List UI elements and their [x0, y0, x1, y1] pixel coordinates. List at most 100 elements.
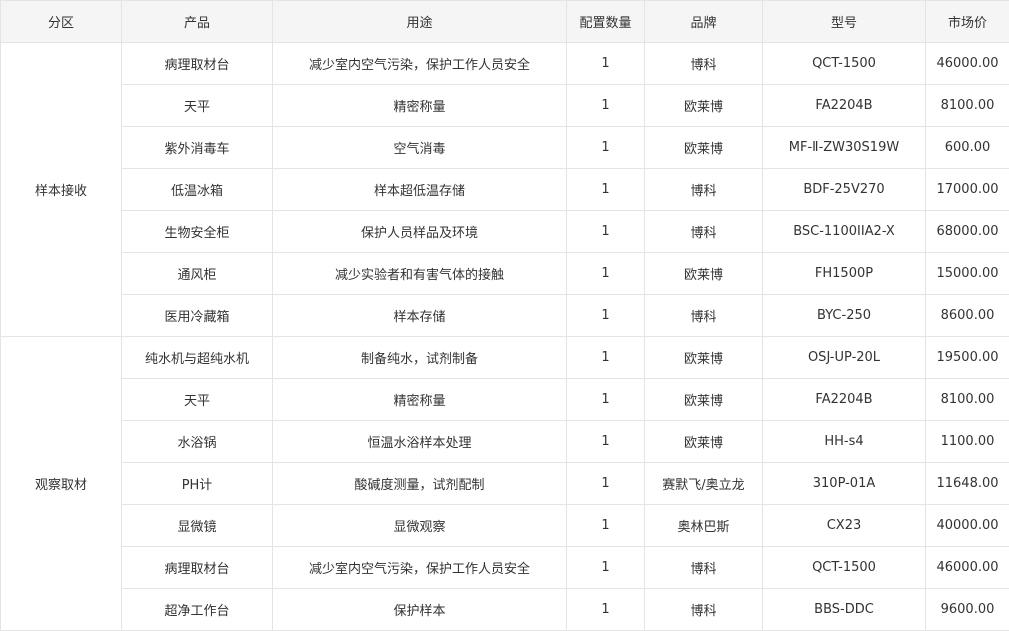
quantity-cell: 1 [566, 462, 645, 505]
price-cell: 17000.00 [925, 168, 1009, 211]
quantity-cell: 1 [566, 294, 645, 337]
product-cell: PH计 [121, 462, 273, 505]
quantity-cell: 1 [566, 210, 645, 253]
quantity-cell: 1 [566, 168, 645, 211]
quantity-cell: 1 [566, 42, 645, 85]
usage-cell: 保护样本 [272, 588, 567, 631]
table-body: 样本接收 病理取材台 减少室内空气污染，保护工作人员安全 1 博科 QCT-1500 460… [0, 42, 1009, 631]
brand-cell: 博科 [644, 294, 763, 337]
brand-cell: 博科 [644, 168, 763, 211]
table-row: 病理取材台 减少室内空气污染，保护工作人员安全 1 博科 QCT-1500 46000.0… [1, 546, 1009, 589]
product-cell: 紫外消毒车 [121, 126, 273, 169]
brand-cell: 博科 [644, 42, 763, 85]
product-cell: 医用冷藏箱 [121, 294, 273, 337]
zone-cell: 样本接收 [0, 42, 122, 337]
header-model: 型号 [762, 0, 926, 43]
model-cell: QCT-1500 [762, 42, 926, 85]
product-cell: 病理取材台 [121, 546, 273, 589]
header-brand: 品牌 [644, 0, 763, 43]
brand-cell: 欧莱博 [644, 126, 763, 169]
table-row: 医用冷藏箱 样本存储 1 博科 BYC-250 8600.00 [1, 294, 1009, 337]
product-cell: 纯水机与超纯水机 [121, 336, 273, 379]
quantity-cell: 1 [566, 126, 645, 169]
price-cell: 11648.00 [925, 462, 1009, 505]
usage-cell: 样本存储 [272, 294, 567, 337]
quantity-cell: 1 [566, 378, 645, 421]
quantity-cell: 1 [566, 252, 645, 295]
quantity-cell: 1 [566, 588, 645, 631]
usage-cell: 空气消毒 [272, 126, 567, 169]
model-cell: OSJ-UP-20L [762, 336, 926, 379]
brand-cell: 博科 [644, 210, 763, 253]
model-cell: 310P-01A [762, 462, 926, 505]
price-cell: 8600.00 [925, 294, 1009, 337]
brand-cell: 欧莱博 [644, 336, 763, 379]
price-cell: 46000.00 [925, 546, 1009, 589]
model-cell: FA2204B [762, 378, 926, 421]
price-cell: 600.00 [925, 126, 1009, 169]
price-cell: 68000.00 [925, 210, 1009, 253]
product-cell: 通风柜 [121, 252, 273, 295]
table-row: 低温冰箱 样本超低温存储 1 博科 BDF-25V270 17000.00 [1, 168, 1009, 211]
table-row: PH计 酸碱度测量，试剂配制 1 赛默飞/奥立龙 310P-01A 11648.00 [1, 462, 1009, 505]
brand-cell: 欧莱博 [644, 420, 763, 463]
header-row: 分区 产品 用途 配置数量 品牌 型号 市场价 [0, 0, 1009, 43]
usage-cell: 保护人员样品及环境 [272, 210, 567, 253]
header-product: 产品 [121, 0, 273, 43]
price-cell: 19500.00 [925, 336, 1009, 379]
product-cell: 天平 [121, 378, 273, 421]
header-usage: 用途 [272, 0, 567, 43]
equipment-table: 分区 产品 用途 配置数量 品牌 型号 市场价 样本接收 病理取材台 减少室内空气污… [0, 0, 1009, 631]
model-cell: BBS-DDC [762, 588, 926, 631]
price-cell: 9600.00 [925, 588, 1009, 631]
brand-cell: 欧莱博 [644, 378, 763, 421]
table-row: 生物安全柜 保护人员样品及环境 1 博科 BSC-1100IIA2-X 68000.00 [1, 210, 1009, 253]
price-cell: 40000.00 [925, 504, 1009, 547]
table-row: 天平 精密称量 1 欧莱博 FA2204B 8100.00 [1, 84, 1009, 127]
price-cell: 1100.00 [925, 420, 1009, 463]
product-cell: 天平 [121, 84, 273, 127]
product-cell: 水浴锅 [121, 420, 273, 463]
usage-cell: 减少实验者和有害气体的接触 [272, 252, 567, 295]
quantity-cell: 1 [566, 84, 645, 127]
product-cell: 超净工作台 [121, 588, 273, 631]
table-row: 水浴锅 恒温水浴样本处理 1 欧莱博 HH-s4 1100.00 [1, 420, 1009, 463]
model-cell: BDF-25V270 [762, 168, 926, 211]
model-cell: BYC-250 [762, 294, 926, 337]
product-cell: 低温冰箱 [121, 168, 273, 211]
table-row: 显微镜 显微观察 1 奥林巴斯 CX23 40000.00 [1, 504, 1009, 547]
usage-cell: 显微观察 [272, 504, 567, 547]
product-cell: 病理取材台 [121, 42, 273, 85]
price-cell: 46000.00 [925, 42, 1009, 85]
zone-cell: 观察取材 [0, 336, 122, 631]
product-cell: 显微镜 [121, 504, 273, 547]
usage-cell: 精密称量 [272, 84, 567, 127]
usage-cell: 减少室内空气污染，保护工作人员安全 [272, 546, 567, 589]
brand-cell: 欧莱博 [644, 84, 763, 127]
usage-cell: 精密称量 [272, 378, 567, 421]
model-cell: MF-Ⅱ-ZW30S19W [762, 126, 926, 169]
table-row: 样本接收 病理取材台 减少室内空气污染，保护工作人员安全 1 博科 QCT-1500 460… [0, 42, 1009, 337]
product-cell: 生物安全柜 [121, 210, 273, 253]
table-header: 分区 产品 用途 配置数量 品牌 型号 市场价 [0, 0, 1009, 43]
brand-cell: 奥林巴斯 [644, 504, 763, 547]
quantity-cell: 1 [566, 546, 645, 589]
model-cell: BSC-1100IIA2-X [762, 210, 926, 253]
header-price: 市场价 [925, 0, 1009, 43]
price-cell: 15000.00 [925, 252, 1009, 295]
model-cell: QCT-1500 [762, 546, 926, 589]
table-row: 紫外消毒车 空气消毒 1 欧莱博 MF-Ⅱ-ZW30S19W 600.00 [1, 126, 1009, 169]
model-cell: FH1500P [762, 252, 926, 295]
usage-cell: 制备纯水，试剂制备 [272, 336, 567, 379]
model-cell: FA2204B [762, 84, 926, 127]
brand-cell: 博科 [644, 588, 763, 631]
header-zone: 分区 [0, 0, 122, 43]
usage-cell: 恒温水浴样本处理 [272, 420, 567, 463]
brand-cell: 赛默飞/奥立龙 [644, 462, 763, 505]
header-quantity: 配置数量 [566, 0, 645, 43]
quantity-cell: 1 [566, 336, 645, 379]
brand-cell: 博科 [644, 546, 763, 589]
table-row: 天平 精密称量 1 欧莱博 FA2204B 8100.00 [1, 378, 1009, 421]
usage-cell: 减少室内空气污染，保护工作人员安全 [272, 42, 567, 85]
model-cell: CX23 [762, 504, 926, 547]
